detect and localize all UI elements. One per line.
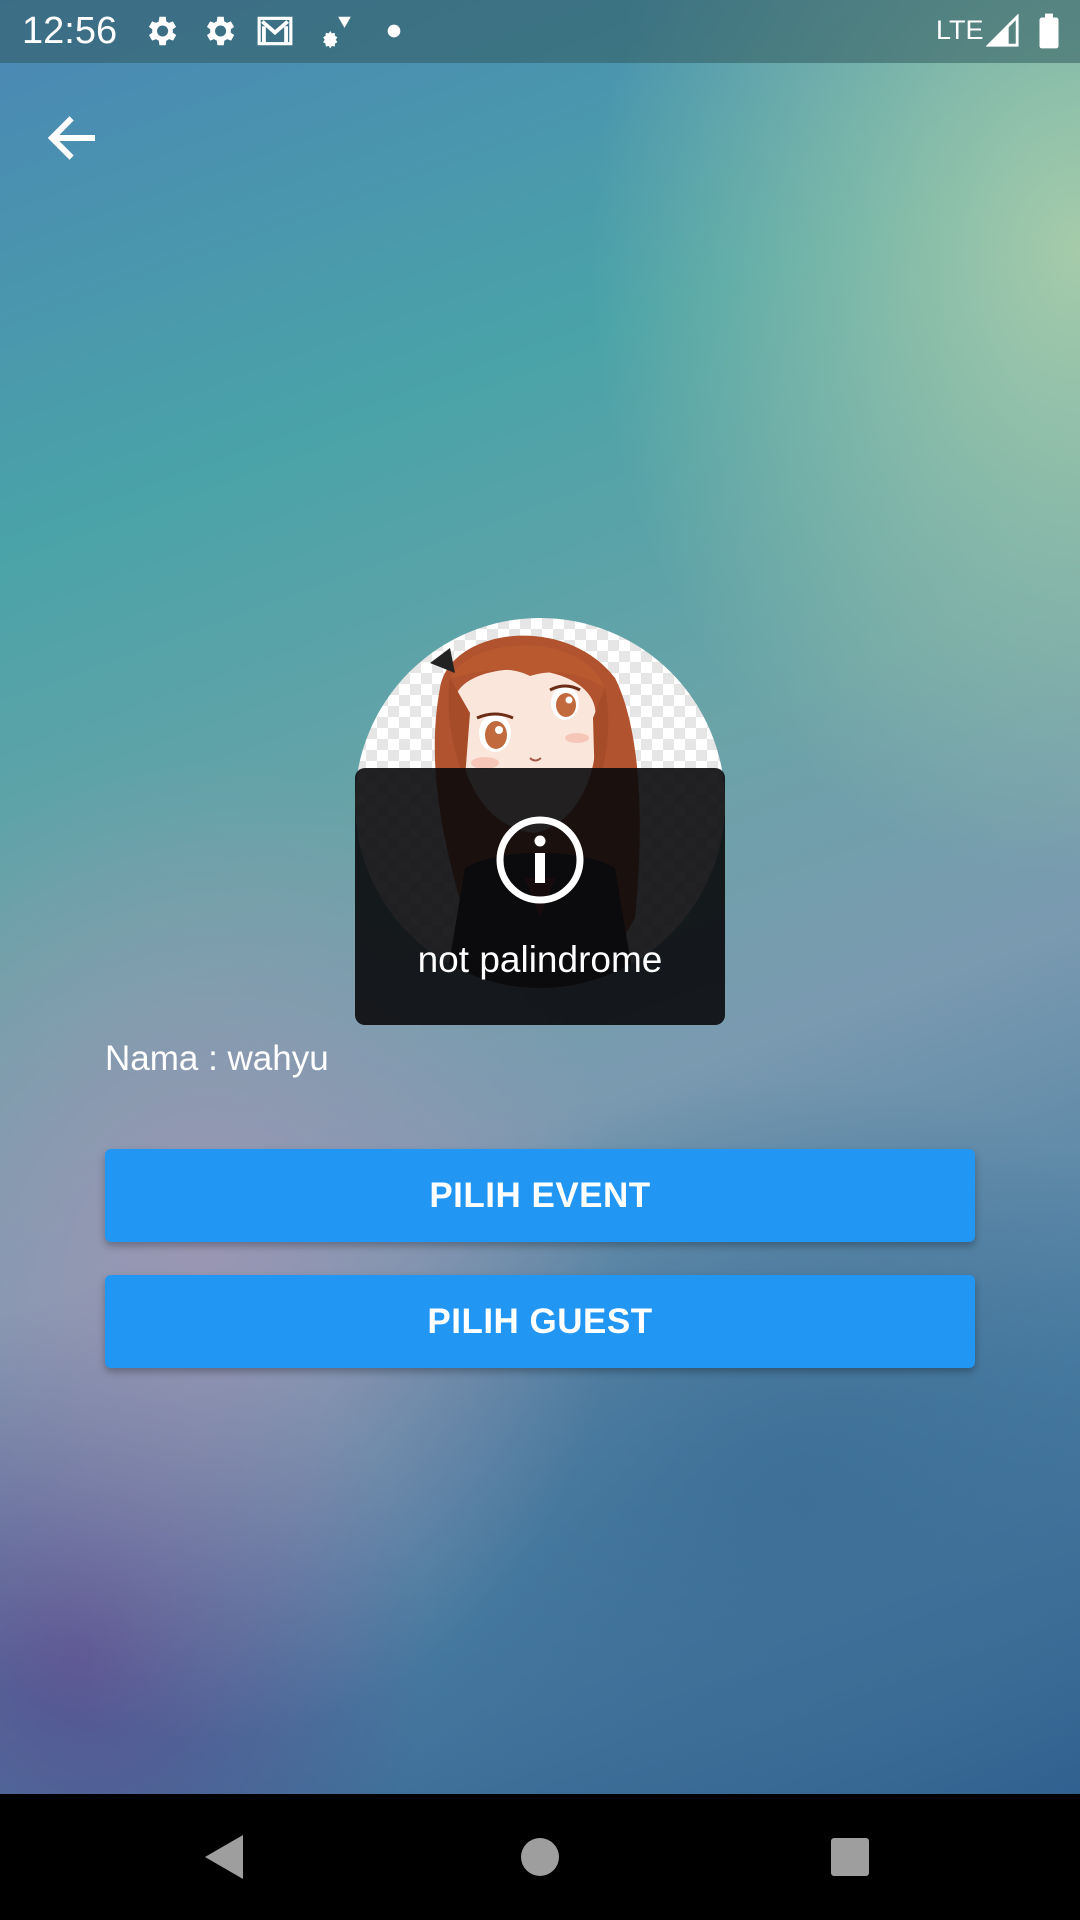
back-triangle-icon[interactable] bbox=[195, 1827, 255, 1887]
info-icon bbox=[496, 816, 584, 904]
home-circle-icon[interactable] bbox=[510, 1827, 570, 1887]
toast-text: not palindrome bbox=[417, 939, 663, 980]
gmail-icon bbox=[257, 16, 293, 46]
pilih-guest-button[interactable]: PILIH GUEST bbox=[105, 1275, 975, 1368]
signal-icon bbox=[986, 14, 1019, 47]
toast-message: not palindrome bbox=[355, 768, 725, 1025]
pilih-event-button[interactable]: PILIH EVENT bbox=[105, 1149, 975, 1242]
network-type: LTE bbox=[936, 15, 984, 45]
settings-icon bbox=[206, 16, 235, 46]
sync-icon bbox=[323, 16, 351, 49]
screen: 12:56 LTE not palindrome Nama: wahyu PI… bbox=[0, 0, 1080, 1920]
settings-icon bbox=[148, 16, 177, 46]
arrow-back-icon[interactable] bbox=[42, 108, 102, 168]
battery-icon bbox=[1039, 13, 1059, 49]
status-time: 12:56 bbox=[22, 10, 118, 52]
status-bar: 12:56 LTE bbox=[0, 0, 1080, 63]
dot-icon bbox=[387, 24, 401, 38]
navigation-bar bbox=[0, 1794, 1080, 1920]
name-label: Nama : wahyu bbox=[105, 1039, 329, 1078]
recents-square-icon[interactable] bbox=[820, 1827, 880, 1887]
